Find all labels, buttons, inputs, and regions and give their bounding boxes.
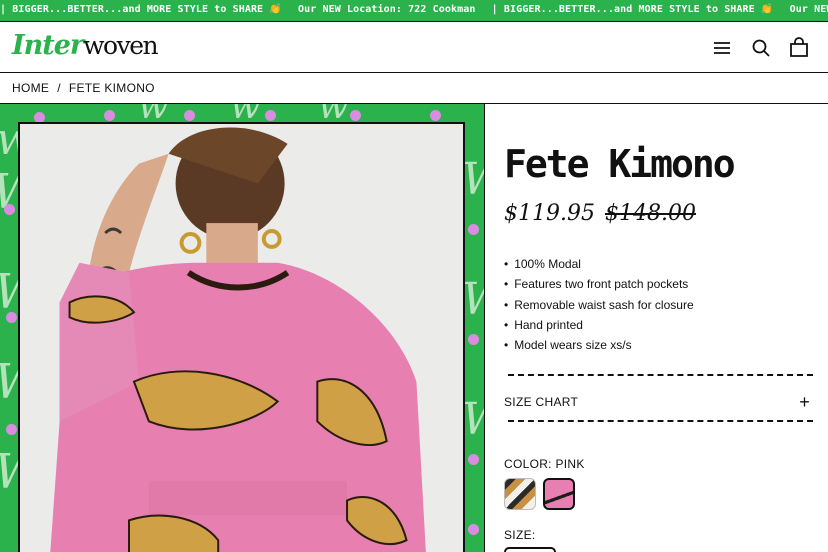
product-image-panel: w W W W W w w w W W W [0, 104, 485, 552]
pattern-dot [184, 110, 195, 121]
breadcrumb-current: FETE KIMONO [68, 81, 155, 95]
announcement-message: Our NEW Location: 722 Cookman [297, 4, 476, 15]
compare-price: $148.00 [604, 201, 696, 226]
pattern-dot [468, 224, 479, 235]
divider [508, 374, 813, 376]
product-title: Fete Kimono [504, 142, 736, 186]
sale-price: $119.95 [504, 201, 595, 226]
logo-text-part1: Inter [12, 30, 84, 61]
swatch-pink[interactable] [543, 478, 575, 510]
breadcrumb-home-link[interactable]: HOME [12, 81, 49, 95]
pattern-dot [4, 204, 15, 215]
site-header: Inter woven [0, 22, 828, 73]
product-photo[interactable] [18, 122, 465, 552]
menu-icon[interactable] [711, 37, 733, 59]
size-chart-toggle[interactable]: SIZE CHART + [504, 392, 810, 412]
pattern-dot [430, 110, 441, 121]
size-chart-label: SIZE CHART [504, 395, 579, 409]
announcement-message: Our NEW Location: [789, 4, 828, 15]
product-info: Fete Kimono $119.95 $148.00 100% Modal F… [486, 104, 828, 552]
feature-item: Model wears size xs/s [504, 335, 694, 355]
announcement-message: | BIGGER...BETTER...and MORE STYLE to SH… [0, 4, 282, 15]
pattern-dot [265, 110, 276, 121]
breadcrumb: HOME / FETE KIMONO [0, 73, 828, 104]
cart-icon[interactable] [788, 37, 810, 59]
announcement-bar: | BIGGER...BETTER...and MORE STYLE to SH… [0, 0, 828, 22]
plus-icon: + [799, 392, 810, 412]
pattern-letter: W [462, 394, 484, 445]
feature-item: Hand printed [504, 315, 694, 335]
announcement-message: | BIGGER...BETTER...and MORE STYLE to SH… [491, 4, 774, 15]
pattern-letter: W [462, 274, 484, 325]
pattern-dot [468, 454, 479, 465]
pattern-dot [468, 334, 479, 345]
feature-item: Removable waist sash for closure [504, 295, 693, 315]
feature-item: 100% Modal [504, 254, 694, 274]
size-label: SIZE: [504, 528, 536, 542]
size-option-button[interactable] [504, 547, 556, 552]
pattern-dot [350, 110, 361, 121]
pattern-dot [468, 524, 479, 535]
color-swatches [504, 478, 575, 510]
site-logo[interactable]: Inter woven [12, 30, 159, 64]
announcement-track: | BIGGER...BETTER...and MORE STYLE to SH… [0, 4, 828, 15]
pattern-letter: W [462, 154, 484, 205]
color-label: COLOR: PINK [504, 457, 585, 471]
price-row: $119.95 $148.00 [504, 201, 696, 226]
feature-item: Features two front patch pockets [504, 274, 694, 294]
search-icon[interactable] [750, 37, 772, 59]
pattern-dot [104, 110, 115, 121]
pattern-dot [6, 424, 17, 435]
swatch-tiger-print[interactable] [504, 478, 536, 510]
logo-text-part2: woven [83, 31, 158, 60]
breadcrumb-separator: / [57, 81, 61, 95]
feature-list: 100% Modal Features two front patch pock… [504, 254, 694, 355]
divider [508, 420, 813, 422]
pattern-dot [6, 312, 17, 323]
